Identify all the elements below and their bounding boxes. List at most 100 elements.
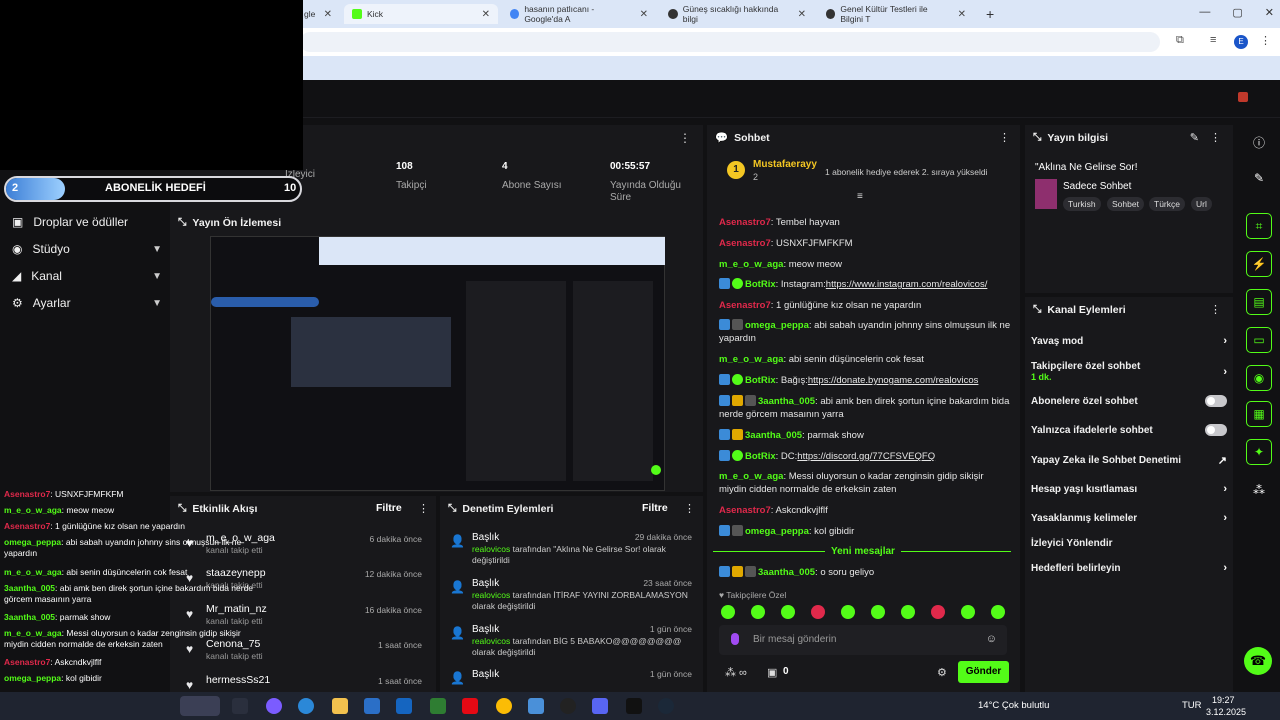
tag-chip[interactable]: Url xyxy=(1191,197,1212,211)
followers-only-item[interactable]: Takipçilere özel sohbet 1 dk. › xyxy=(1031,361,1227,383)
account-age-item[interactable]: Hesap yaşı kısıtlaması › xyxy=(1031,483,1227,495)
menu-icon[interactable]: ⋮ xyxy=(1260,34,1271,47)
tab-chatgpt-quiz[interactable]: Genel Kültür Testleri ile Bilgini T ✕ xyxy=(818,4,974,24)
close-icon[interactable]: ✕ xyxy=(324,9,332,20)
bolt-icon[interactable]: ⚡ xyxy=(1246,251,1272,277)
close-window-button[interactable]: ✕ xyxy=(1265,6,1274,19)
weather-widget[interactable] xyxy=(180,696,220,716)
copilot-icon[interactable] xyxy=(266,698,282,714)
emote-icon[interactable] xyxy=(781,605,795,619)
profile-avatar[interactable]: E xyxy=(1234,35,1248,49)
avatar[interactable] xyxy=(1238,92,1248,102)
mic-icon[interactable] xyxy=(731,633,739,645)
tag-chip[interactable]: Sohbet xyxy=(1107,197,1144,211)
close-icon[interactable]: ✕ xyxy=(958,9,966,20)
discord-icon[interactable] xyxy=(592,698,608,714)
edge-icon[interactable] xyxy=(298,698,314,714)
activity-filter-button[interactable]: Filtre xyxy=(376,502,402,514)
close-icon[interactable]: ✕ xyxy=(798,9,806,20)
info-icon[interactable]: ⓘ xyxy=(1246,129,1272,155)
banned-words-item[interactable]: Yasaklanmış kelimeler › xyxy=(1031,512,1227,524)
emote-icon[interactable] xyxy=(841,605,855,619)
collapse-icon[interactable]: ≡ xyxy=(857,191,863,202)
chat-link[interactable]: https://www.instagram.com/realovicos/ xyxy=(826,279,988,290)
slow-mode-item[interactable]: Yavaş mod › xyxy=(1031,335,1227,347)
maximize-button[interactable]: ▢ xyxy=(1232,6,1242,19)
points-icon[interactable]: ⁂ ∞ xyxy=(725,666,747,679)
moderation-filter-button[interactable]: Filtre xyxy=(642,502,668,514)
support-button[interactable]: ☎ xyxy=(1244,647,1272,675)
app-icon[interactable] xyxy=(528,698,544,714)
more-icon[interactable]: ⋮ xyxy=(999,131,1010,144)
moderator-badge xyxy=(719,278,730,289)
edit-icon[interactable]: ✎ xyxy=(1246,165,1272,191)
emote-icon[interactable] xyxy=(961,605,975,619)
subscribers-only-toggle[interactable] xyxy=(1205,395,1227,407)
chat-icon[interactable]: ▭ xyxy=(1246,327,1272,353)
emoji-icon[interactable]: ☺ xyxy=(986,633,997,645)
layout-icon[interactable]: ▦ xyxy=(1246,401,1272,427)
chat-message: 3aantha_005: parmak show xyxy=(4,612,111,622)
new-tab-button[interactable]: + xyxy=(978,4,998,24)
obs-icon[interactable] xyxy=(560,698,576,714)
netflix-icon[interactable] xyxy=(462,698,478,714)
moderator-badge xyxy=(719,374,730,385)
chat-message: Asenastro7: Askcndkvjlflf xyxy=(719,505,828,516)
sidebar-item-channel[interactable]: ◢ Kanal ▼ xyxy=(12,269,162,283)
tab-google-search[interactable]: hasanın patlıcanı - Google'da A ✕ xyxy=(502,4,656,24)
broadcast-icon[interactable]: ◉ xyxy=(1246,365,1272,391)
app-icon[interactable] xyxy=(430,698,446,714)
emote-icon[interactable] xyxy=(721,605,735,619)
sidebar-item-settings[interactable]: ⚙ Ayarlar ▼ xyxy=(12,296,162,310)
more-icon[interactable]: ⋮ xyxy=(418,502,429,515)
goals-item[interactable]: Hedefleri belirleyin › xyxy=(1031,562,1227,574)
extensions-icon[interactable]: ⧉ xyxy=(1176,34,1184,47)
emote-icon[interactable] xyxy=(991,605,1005,619)
gear-icon[interactable]: ⚙ xyxy=(937,666,947,679)
media-icon[interactable]: ≡ xyxy=(1210,34,1216,46)
tag-chip[interactable]: Turkish xyxy=(1063,197,1101,211)
close-icon[interactable]: ✕ xyxy=(640,9,648,20)
tab-kick[interactable]: Kick ✕ xyxy=(344,4,498,24)
steam-icon[interactable] xyxy=(658,698,674,714)
send-button[interactable]: Gönder xyxy=(958,661,1009,683)
chat-input[interactable]: Bir mesaj gönderin ☺ xyxy=(719,625,1007,655)
apps-icon[interactable]: ⁂ xyxy=(1246,477,1272,503)
chrome-icon[interactable] xyxy=(496,698,512,714)
address-bar[interactable] xyxy=(300,32,1160,52)
language-indicator[interactable]: TUR xyxy=(1182,700,1202,711)
chat-link[interactable]: https://donate.bynogame.com/realovicos xyxy=(808,375,979,386)
close-icon[interactable]: ✕ xyxy=(482,9,490,20)
stream-preview-video[interactable] xyxy=(210,236,665,491)
chat-link[interactable]: https://discord.gg/77CFSVEQFQ xyxy=(797,451,935,462)
scan-icon[interactable]: ⌗ xyxy=(1246,213,1272,239)
followers-only-label: ♥ Takipçilere Özel xyxy=(719,590,787,600)
notes-icon[interactable]: ▤ xyxy=(1246,289,1272,315)
file-explorer-icon[interactable] xyxy=(332,698,348,714)
tab-chatgpt-sun[interactable]: Güneş sıcaklığı hakkında bilgi ✕ xyxy=(660,4,814,24)
tag-chip[interactable]: Türkçe xyxy=(1149,197,1185,211)
more-icon[interactable]: ⋮ xyxy=(684,502,695,515)
more-icon[interactable]: ⋮ xyxy=(679,131,691,145)
task-view-icon[interactable] xyxy=(232,698,248,714)
more-icon[interactable]: ⋮ xyxy=(1210,131,1221,144)
capcut-icon[interactable] xyxy=(626,698,642,714)
outlook-icon[interactable] xyxy=(396,698,412,714)
ai-moderation-item[interactable]: Yapay Zeka ile Sohbet Denetimi ↗ xyxy=(1031,454,1227,467)
sidebar-item-drops[interactable]: ▣ Droplar ve ödüller xyxy=(12,215,162,229)
gift-icon[interactable]: ▣ xyxy=(767,666,777,679)
list-item: 👤 Başlık 29 dakika önce realovicos tarafınd… xyxy=(450,532,692,565)
emote-icon[interactable] xyxy=(751,605,765,619)
raid-item[interactable]: İzleyici Yönlendir xyxy=(1031,538,1227,549)
emote-icon[interactable] xyxy=(901,605,915,619)
emote-icon[interactable] xyxy=(931,605,945,619)
wrench-icon[interactable]: ✦ xyxy=(1246,439,1272,465)
more-icon[interactable]: ⋮ xyxy=(1210,303,1221,316)
edit-icon[interactable]: ✎ xyxy=(1190,131,1199,144)
sidebar-item-studio[interactable]: ◉ Stüdyo ▼ xyxy=(12,242,162,256)
store-icon[interactable] xyxy=(364,698,380,714)
minimize-button[interactable]: — xyxy=(1199,6,1210,19)
emote-icon[interactable] xyxy=(811,605,825,619)
emote-only-toggle[interactable] xyxy=(1205,424,1227,436)
emote-icon[interactable] xyxy=(871,605,885,619)
